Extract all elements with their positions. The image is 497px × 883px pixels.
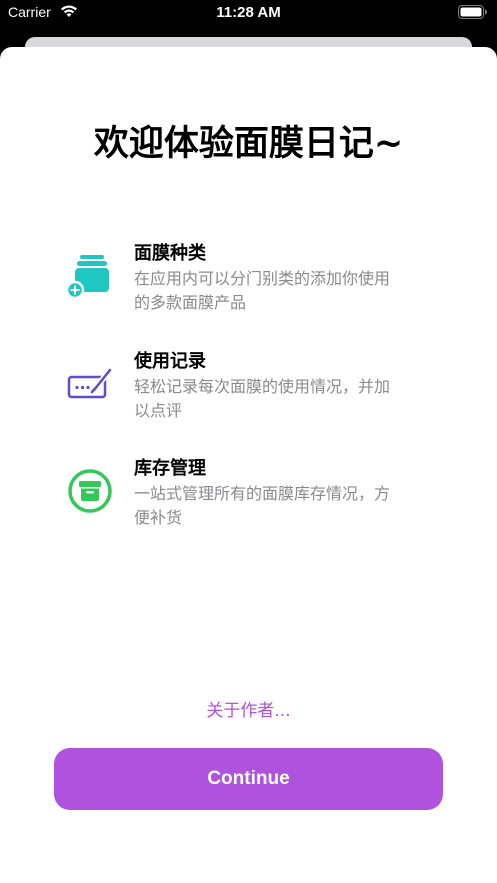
- feature-title: 使用记录: [134, 351, 206, 372]
- signature-icon: [67, 367, 113, 399]
- feature-title: 库存管理: [134, 458, 206, 479]
- feature-title: 面膜种类: [134, 243, 206, 264]
- continue-button[interactable]: Continue: [54, 748, 443, 810]
- battery-icon: [458, 5, 487, 19]
- about-author-link[interactable]: 关于作者...: [0, 698, 497, 724]
- status-time: 11:28 AM: [216, 4, 281, 21]
- archivebox-icon: [68, 469, 112, 513]
- feature-description: 一站式管理所有的面膜库存情况，方便补货: [134, 484, 391, 527]
- welcome-title: 欢迎体验面膜日记~: [93, 124, 404, 164]
- feature-description: 轻松记录每次面膜的使用情况，并加以点评: [134, 377, 391, 420]
- status-bar: Carrier 11:28 AM: [0, 0, 497, 30]
- feature-description: 在应用内可以分门别类的添加你使用的多款面膜产品: [134, 269, 391, 312]
- stack-add-icon: [66, 255, 109, 298]
